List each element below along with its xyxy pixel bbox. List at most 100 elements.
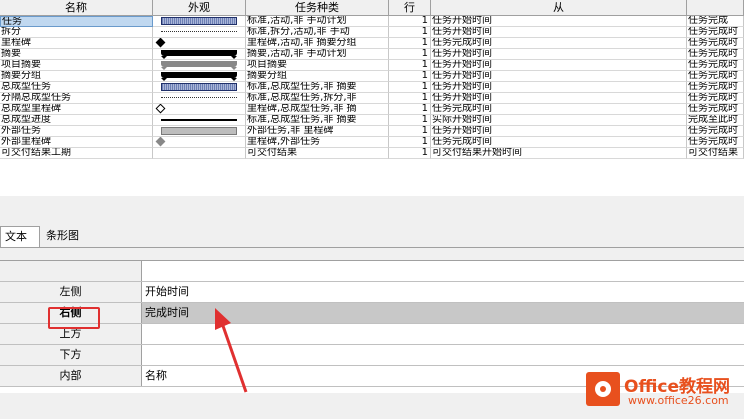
column-header-task-kind[interactable]: 任务种类 (246, 0, 389, 16)
cell-row[interactable]: 1 (389, 49, 431, 60)
cell-task-kind[interactable]: 标准,总成型任务,拆分,非 (246, 93, 389, 104)
cell-to[interactable]: 完成至此时 (687, 115, 744, 126)
cell-to[interactable]: 任务完成时 (687, 38, 744, 49)
table-row[interactable]: 里程碑 里程碑,活动,非 摘要分组 1 任务完成时间 任务完成时 (0, 38, 744, 49)
cell-to[interactable]: 任务完成时 (687, 82, 744, 93)
table-row[interactable]: 摘要 摘要,活动,非 手动计划 1 任务开始时间 任务完成时 (0, 49, 744, 60)
cell-name[interactable]: 拆分 (0, 27, 153, 38)
cell-task-kind[interactable]: 标准,总成型任务,非 摘要 (246, 115, 389, 126)
cell-to[interactable]: 任务完成时 (687, 49, 744, 60)
cell-from[interactable]: 任务开始时间 (431, 27, 687, 38)
cell-appearance[interactable] (153, 16, 246, 27)
cell-name[interactable]: 总成型里程碑 (0, 104, 153, 115)
cell-task-kind[interactable]: 里程碑,活动,非 摘要分组 (246, 38, 389, 49)
cell-to[interactable]: 任务完成时 (687, 93, 744, 104)
cell-row[interactable]: 1 (389, 137, 431, 148)
cell-name[interactable]: 项目摘要 (0, 60, 153, 71)
cell-name[interactable]: 可交付结果工期 (0, 148, 153, 159)
cell-from[interactable]: 可交付结果开始时间 (431, 148, 687, 159)
cell-to[interactable]: 任务完成时 (687, 126, 744, 137)
cell-row[interactable]: 1 (389, 38, 431, 49)
cell-task-kind[interactable]: 摘要分组 (246, 71, 389, 82)
property-value-bottom[interactable] (142, 345, 744, 365)
table-row[interactable]: 外部任务 外部任务,非 里程碑 1 任务开始时间 任务完成时 (0, 126, 744, 137)
cell-from[interactable]: 任务开始时间 (431, 82, 687, 93)
cell-appearance[interactable] (153, 38, 246, 49)
cell-to[interactable]: 任务完成时 (687, 27, 744, 38)
table-row[interactable]: 拆分 标准,拆分,活动,非 手动 1 任务开始时间 任务完成时 (0, 27, 744, 38)
column-header-from[interactable]: 从 (431, 0, 687, 16)
property-value-top[interactable] (142, 324, 744, 344)
cell-from[interactable]: 任务开始时间 (431, 126, 687, 137)
tab-bar-shape[interactable]: 条形图 (42, 226, 90, 247)
property-value-left[interactable]: 开始时间 (142, 282, 744, 302)
cell-row[interactable]: 1 (389, 71, 431, 82)
cell-row[interactable]: 1 (389, 115, 431, 126)
cell-appearance[interactable] (153, 104, 246, 115)
property-value[interactable] (142, 261, 744, 281)
cell-appearance[interactable] (153, 82, 246, 93)
cell-name[interactable]: 摘要分组 (0, 71, 153, 82)
column-header-appearance[interactable]: 外观 (153, 0, 246, 16)
cell-row[interactable]: 1 (389, 27, 431, 38)
cell-from[interactable]: 任务完成时间 (431, 137, 687, 148)
cell-appearance[interactable] (153, 49, 246, 60)
cell-row[interactable]: 1 (389, 60, 431, 71)
cell-to[interactable]: 任务完成时 (687, 71, 744, 82)
cell-task-kind[interactable]: 摘要,活动,非 手动计划 (246, 49, 389, 60)
cell-task-kind[interactable]: 项目摘要 (246, 60, 389, 71)
table-row[interactable]: 总成型任务 标准,总成型任务,非 摘要 1 任务开始时间 任务完成时 (0, 82, 744, 93)
cell-row[interactable]: 1 (389, 16, 431, 27)
cell-appearance[interactable] (153, 148, 246, 159)
cell-from[interactable]: 任务开始时间 (431, 93, 687, 104)
cell-row[interactable]: 1 (389, 148, 431, 159)
property-value-right[interactable]: 完成时间 (142, 303, 744, 323)
cell-row[interactable]: 1 (389, 82, 431, 93)
cell-appearance[interactable] (153, 27, 246, 38)
property-row-left[interactable]: 左侧 开始时间 (0, 282, 744, 303)
cell-task-kind[interactable]: 外部任务,非 里程碑 (246, 126, 389, 137)
cell-appearance[interactable] (153, 137, 246, 148)
tab-text[interactable]: 文本 (0, 226, 40, 247)
column-header-name[interactable]: 名称 (0, 0, 153, 16)
cell-to[interactable]: 任务完成时 (687, 60, 744, 71)
table-row[interactable]: 外部里程碑 里程碑,外部任务 1 任务完成时间 任务完成时 (0, 137, 744, 148)
cell-from[interactable]: 实际开始时间 (431, 115, 687, 126)
column-header-to[interactable] (687, 0, 744, 16)
cell-name[interactable]: 分隔总成型任务 (0, 93, 153, 104)
cell-from[interactable]: 任务完成时间 (431, 104, 687, 115)
property-row-bottom[interactable]: 下方 (0, 345, 744, 366)
cell-to[interactable]: 任务完成 (687, 16, 744, 27)
cell-appearance[interactable] (153, 71, 246, 82)
cell-to[interactable]: 可交付结果 (687, 148, 744, 159)
cell-from[interactable]: 任务开始时间 (431, 60, 687, 71)
table-row[interactable]: 任务 标准,活动,非 手动计划 1 任务开始时间 任务完成 (0, 16, 744, 27)
cell-to[interactable]: 任务完成时 (687, 104, 744, 115)
cell-appearance[interactable] (153, 93, 246, 104)
cell-from[interactable]: 任务开始时间 (431, 49, 687, 60)
cell-row[interactable]: 1 (389, 104, 431, 115)
table-row[interactable]: 摘要分组 摘要分组 1 任务开始时间 任务完成时 (0, 71, 744, 82)
cell-to[interactable]: 任务完成时 (687, 137, 744, 148)
cell-task-kind[interactable]: 标准,拆分,活动,非 手动 (246, 27, 389, 38)
cell-name[interactable]: 总成型任务 (0, 82, 153, 93)
cell-name[interactable]: 总成型进度 (0, 115, 153, 126)
cell-from[interactable]: 任务开始时间 (431, 71, 687, 82)
cell-from[interactable]: 任务完成时间 (431, 38, 687, 49)
cell-name[interactable]: 外部任务 (0, 126, 153, 137)
property-row-top[interactable]: 上方 (0, 324, 744, 345)
table-row[interactable]: 总成型进度 标准,总成型任务,非 摘要 1 实际开始时间 完成至此时 (0, 115, 744, 126)
cell-task-kind[interactable]: 标准,活动,非 手动计划 (246, 16, 389, 27)
cell-appearance[interactable] (153, 60, 246, 71)
cell-name[interactable]: 里程碑 (0, 38, 153, 49)
cell-row[interactable]: 1 (389, 126, 431, 137)
table-row[interactable]: 项目摘要 项目摘要 1 任务开始时间 任务完成时 (0, 60, 744, 71)
table-row[interactable]: 可交付结果工期 可交付结果 1 可交付结果开始时间 可交付结果 (0, 148, 744, 159)
cell-appearance[interactable] (153, 115, 246, 126)
cell-task-kind[interactable]: 可交付结果 (246, 148, 389, 159)
cell-name[interactable]: 外部里程碑 (0, 137, 153, 148)
cell-name[interactable]: 任务 (0, 16, 153, 27)
cell-name[interactable]: 摘要 (0, 49, 153, 60)
cell-row[interactable]: 1 (389, 93, 431, 104)
cell-task-kind[interactable]: 里程碑,外部任务 (246, 137, 389, 148)
